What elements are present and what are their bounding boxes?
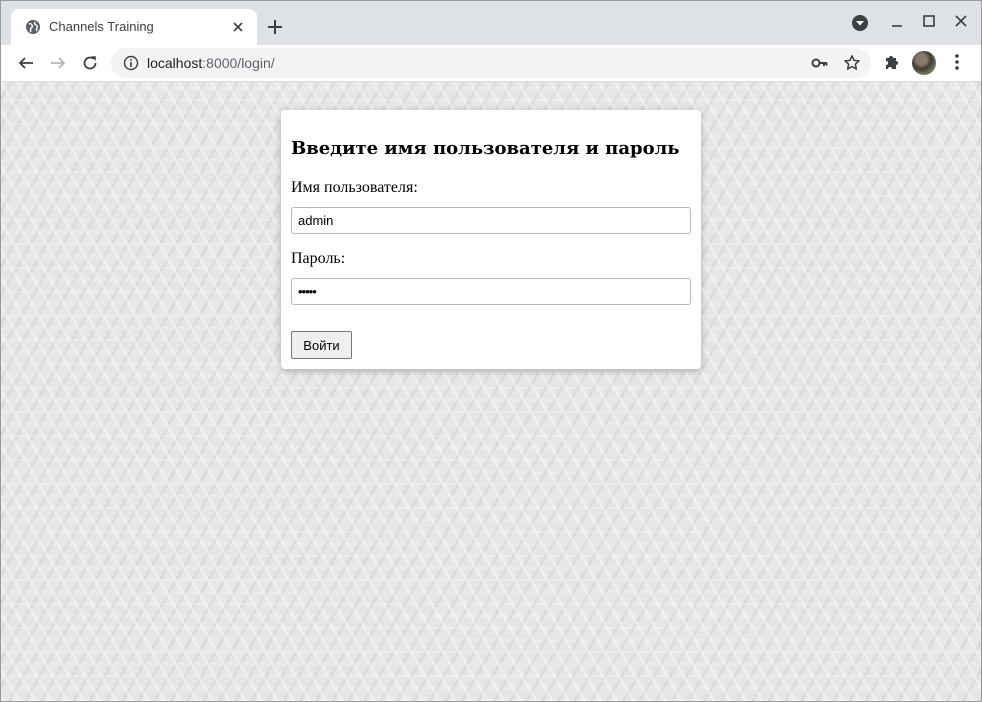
globe-icon xyxy=(26,20,40,34)
login-card: Введите имя пользователя и пароль Имя по… xyxy=(281,110,701,369)
puzzle-icon[interactable] xyxy=(881,50,905,74)
url-path: :8000/login/ xyxy=(202,55,275,71)
star-icon[interactable] xyxy=(843,54,861,72)
url-text[interactable]: localhost:8000/login/ xyxy=(147,55,275,71)
browser-tab[interactable]: Channels Training xyxy=(11,9,257,45)
password-input[interactable] xyxy=(291,278,691,305)
maximize-icon[interactable] xyxy=(919,11,939,31)
key-icon[interactable] xyxy=(811,55,829,71)
reload-button[interactable] xyxy=(77,50,103,76)
plus-icon[interactable] xyxy=(263,15,287,39)
tab-strip: Channels Training xyxy=(1,1,981,45)
reload-icon xyxy=(83,56,97,70)
username-input[interactable] xyxy=(291,207,691,234)
back-button[interactable] xyxy=(13,50,39,76)
arrow-right-icon xyxy=(51,57,66,69)
tab-title: Channels Training xyxy=(49,19,154,34)
minimize-icon[interactable] xyxy=(887,13,907,33)
page-title: Введите имя пользователя и пароль xyxy=(291,138,680,159)
url-host: localhost xyxy=(147,55,203,71)
page-viewport: Введите имя пользователя и пароль Имя по… xyxy=(1,82,981,701)
forward-button[interactable] xyxy=(45,50,71,76)
close-icon[interactable] xyxy=(230,19,246,35)
address-bar[interactable]: localhost:8000/login/ xyxy=(111,48,871,78)
password-label: Пароль: xyxy=(291,250,346,267)
more-vert-icon[interactable] xyxy=(945,50,969,74)
arrow-left-icon xyxy=(18,57,33,69)
window-close-icon[interactable] xyxy=(951,11,971,31)
info-icon[interactable] xyxy=(123,55,139,71)
chevron-down-icon[interactable] xyxy=(850,13,870,33)
browser-window: Channels Training localhost:8000/login/ … xyxy=(0,0,982,702)
avatar[interactable] xyxy=(912,51,936,75)
browser-toolbar: localhost:8000/login/ xyxy=(1,45,981,82)
login-button[interactable]: Войти xyxy=(291,331,352,359)
username-label: Имя пользователя: xyxy=(291,179,418,196)
